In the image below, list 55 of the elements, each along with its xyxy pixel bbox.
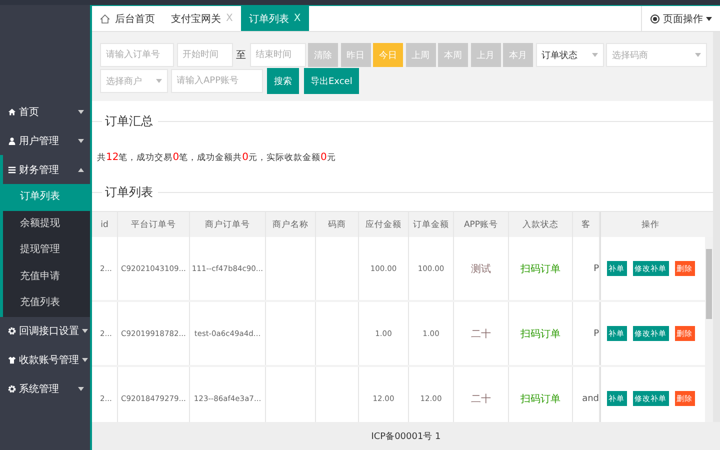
table-cell: 扫码订单: [509, 237, 573, 300]
column-header: 平台订单号: [118, 212, 190, 237]
sidebar-subitem[interactable]: 充值申请: [3, 264, 90, 290]
sidebar-subitem[interactable]: 提现管理: [3, 237, 90, 264]
sidebar-subitem[interactable]: 订单列表: [0, 184, 90, 210]
column-header: APP账号: [454, 212, 509, 237]
column-header: id: [92, 212, 118, 237]
tab[interactable]: 订单列表 X: [240, 6, 309, 31]
table-cell: 二十: [454, 302, 509, 365]
tab[interactable]: 支付宝网关 X: [163, 6, 241, 31]
column-header: 入款状态: [509, 212, 573, 237]
column-header: 应付金额: [359, 212, 409, 237]
column-header: 客: [573, 212, 600, 237]
nav-item[interactable]: 用户管理: [0, 126, 90, 155]
nav-item[interactable]: 首页: [0, 97, 90, 126]
input-field[interactable]: 结束时间: [250, 43, 306, 67]
close-icon[interactable]: X: [294, 13, 301, 24]
list-icon: [8, 166, 16, 174]
shirt-icon: [8, 356, 16, 364]
column-header: 商户订单号: [190, 212, 266, 237]
input-field[interactable]: 请输入订单号: [100, 43, 174, 67]
section-title: 订单汇总: [105, 113, 153, 130]
footer-text: ICP备00001号 1: [371, 430, 441, 442]
caret-icon: [78, 168, 84, 172]
nav-item[interactable]: 系统管理: [0, 374, 90, 404]
caret-icon: [78, 387, 84, 391]
gear-icon: [8, 385, 16, 393]
tab[interactable]: 后台首页: [92, 6, 163, 31]
home-icon: [100, 14, 110, 24]
home-icon: [8, 108, 16, 116]
action-button[interactable]: 导出Excel: [304, 68, 360, 94]
column-header: 商户名称: [266, 212, 316, 237]
sidebar-subitem[interactable]: 余额提现: [3, 210, 90, 237]
close-icon[interactable]: X: [226, 13, 233, 24]
select-field[interactable]: 选择码商: [606, 43, 707, 67]
select-field[interactable]: 订单状态: [536, 43, 604, 67]
column-header: 订单金额: [409, 212, 454, 237]
column-header: 码商: [316, 212, 359, 237]
sidebar-subitem[interactable]: 充值列表: [3, 290, 90, 316]
radio-icon: [650, 14, 660, 24]
table-cell: 测试: [454, 237, 509, 300]
caret-icon: [78, 138, 84, 142]
user-icon: [8, 136, 16, 144]
gear-icon: [8, 327, 16, 335]
section-title: 订单列表: [105, 184, 153, 201]
table-cell: 扫码订单: [509, 302, 573, 365]
range-separator: 至: [236, 49, 246, 62]
summary-text: 共 12笔，成功交易 0笔，成功金额共0元，实际收款金额0元: [97, 152, 337, 164]
input-field[interactable]: 开始时间: [176, 43, 232, 67]
input-field[interactable]: 请输入APP账号: [170, 69, 262, 93]
select-field[interactable]: 选择商户: [100, 69, 168, 93]
caret-icon: [706, 16, 712, 20]
caret-icon: [78, 110, 84, 114]
page-actions-menu[interactable]: 页面操作: [641, 6, 720, 31]
action-button[interactable]: 搜索: [267, 68, 299, 94]
